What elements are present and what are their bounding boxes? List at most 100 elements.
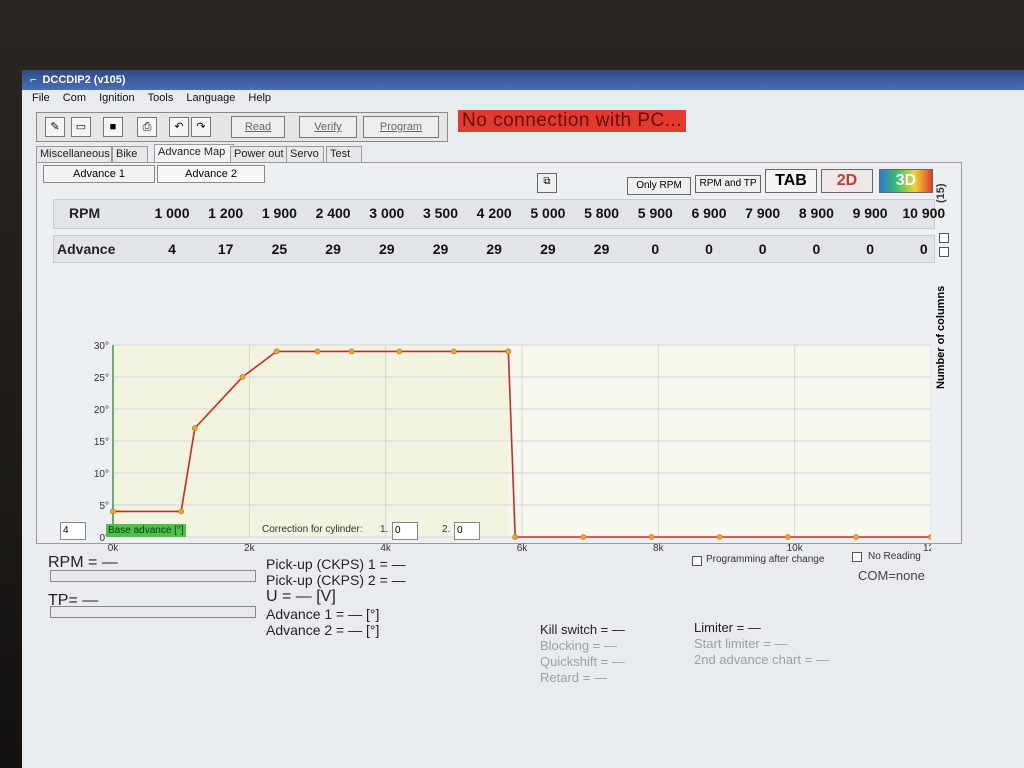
window-title: DCCDIP2 (v105) xyxy=(42,74,126,86)
correction-label: Correction for cylinder: xyxy=(262,524,363,535)
limiter-readout: Limiter = — xyxy=(694,620,761,635)
column-spinner-down[interactable] xyxy=(939,247,949,257)
programming-after-change-label: Programming after change xyxy=(706,554,825,565)
tab-test[interactable]: Test xyxy=(326,146,362,162)
advance-cell[interactable]: 17 xyxy=(199,241,253,257)
data-point xyxy=(178,508,185,515)
open-folder-icon[interactable]: ▭ xyxy=(71,117,91,137)
data-point xyxy=(928,534,931,540)
data-point xyxy=(110,508,116,515)
data-point xyxy=(648,534,655,540)
save-icon[interactable]: ■ xyxy=(103,117,123,137)
advance-cell[interactable]: 25 xyxy=(252,241,306,257)
y-tick-label: 20° xyxy=(94,405,109,416)
column-spinner-up[interactable] xyxy=(939,233,949,243)
advance-cell[interactable]: 29 xyxy=(467,241,521,257)
verify-button[interactable]: Verify xyxy=(299,116,357,138)
menu-file[interactable]: File xyxy=(32,92,50,104)
advance-cell[interactable]: 0 xyxy=(736,241,790,257)
no-reading-checkbox[interactable] xyxy=(852,552,862,562)
rpm-cell[interactable]: 3 000 xyxy=(360,205,414,221)
x-tick-label: 4k xyxy=(380,543,392,554)
advance-cell[interactable]: 29 xyxy=(306,241,360,257)
base-advance-label: Base advance [°] xyxy=(106,524,186,537)
advance-row-label: Advance xyxy=(57,241,116,257)
programming-after-change-checkbox[interactable] xyxy=(692,556,702,566)
menu-com[interactable]: Com xyxy=(63,92,86,104)
x-tick-label: 8k xyxy=(653,543,665,554)
data-point xyxy=(314,348,321,355)
x-tick-label: 2k xyxy=(244,543,256,554)
advance-cell[interactable]: 29 xyxy=(414,241,468,257)
data-point xyxy=(239,374,246,380)
subtab-advance-1[interactable]: Advance 1 xyxy=(43,165,155,183)
kill-switch-readout: Kill switch = — xyxy=(540,622,625,637)
advance-cell[interactable]: 0 xyxy=(843,241,897,257)
rpm-row-label: RPM xyxy=(69,205,101,221)
advance-cell[interactable]: 4 xyxy=(145,241,199,257)
pickup-1-readout: Pick-up (CKPS) 1 = — xyxy=(266,556,406,572)
cylinder-2-spinner[interactable]: 0 xyxy=(454,522,480,540)
rpm-cell[interactable]: 5 000 xyxy=(521,205,575,221)
advance-chart[interactable]: 0k2k4k6k8k10k12k0°5°10°15°20°25°30° xyxy=(91,341,931,571)
copy-icon[interactable]: ⧉ xyxy=(537,173,557,193)
rpm-cell[interactable]: 5 800 xyxy=(575,205,629,221)
rpm-and-tp-button[interactable]: RPM and TP xyxy=(695,175,761,193)
tab-view-button[interactable]: TAB xyxy=(765,169,817,193)
subtab-advance-2[interactable]: Advance 2 xyxy=(157,165,265,183)
cylinder-1-label: 1. xyxy=(380,524,389,535)
data-point xyxy=(396,348,403,355)
start-limiter-readout: Start limiter = — xyxy=(694,636,788,651)
rpm-cell[interactable]: 5 900 xyxy=(628,205,682,221)
rpm-cell[interactable]: 10 900 xyxy=(897,205,951,221)
tab-miscellaneous[interactable]: Miscellaneous xyxy=(36,146,112,162)
tab-servo[interactable]: Servo xyxy=(286,146,324,162)
rpm-cell[interactable]: 1 000 xyxy=(145,205,199,221)
rpm-cell[interactable]: 1 900 xyxy=(252,205,306,221)
app-window: ⌐ DCCDIP2 (v105) File Com Ignition Tools … xyxy=(22,70,1024,768)
new-file-icon[interactable]: ✎ xyxy=(45,117,65,137)
menu-tools[interactable]: Tools xyxy=(148,92,174,104)
undo-icon[interactable]: ↶ xyxy=(169,117,189,137)
advance-cell[interactable]: 29 xyxy=(360,241,414,257)
y-tick-label: 10° xyxy=(94,469,109,480)
rpm-cell[interactable]: 4 200 xyxy=(467,205,521,221)
only-rpm-button[interactable]: Only RPM xyxy=(627,177,691,195)
tab-bike[interactable]: Bike xyxy=(112,146,148,162)
rpm-cell[interactable]: 6 900 xyxy=(682,205,736,221)
base-advance-spinner[interactable]: 4 xyxy=(60,522,86,540)
rpm-cell[interactable]: 9 900 xyxy=(843,205,897,221)
tab-advance-map[interactable]: Advance Map xyxy=(154,144,234,162)
read-button[interactable]: Read xyxy=(231,116,285,138)
rpm-cell[interactable]: 1 200 xyxy=(199,205,253,221)
advance-cell[interactable]: 0 xyxy=(789,241,843,257)
rpm-cell[interactable]: 3 500 xyxy=(414,205,468,221)
tab-power-out[interactable]: Power out xyxy=(230,146,288,162)
rpm-cell[interactable]: 2 400 xyxy=(306,205,360,221)
rpm-cell[interactable]: 8 900 xyxy=(789,205,843,221)
y-tick-label: 15° xyxy=(94,437,109,448)
3d-view-button[interactable]: 3D xyxy=(879,169,933,193)
rpm-cell[interactable]: 7 900 xyxy=(736,205,790,221)
advance-cell[interactable]: 29 xyxy=(521,241,575,257)
pickup-2-readout: Pick-up (CKPS) 2 = — xyxy=(266,572,406,588)
advance-map-panel: Advance 1 Advance 2 ⧉ Only RPM RPM and T… xyxy=(36,162,962,554)
cylinder-2-label: 2. xyxy=(442,524,451,535)
no-reading-label: No Reading xyxy=(868,551,921,562)
print-icon[interactable]: ⎙ xyxy=(137,117,157,137)
advance-cell[interactable]: 0 xyxy=(682,241,736,257)
data-point xyxy=(505,348,512,355)
menu-ignition[interactable]: Ignition xyxy=(99,92,134,104)
advance-cell[interactable]: 0 xyxy=(628,241,682,257)
redo-icon[interactable]: ↷ xyxy=(191,117,211,137)
program-button[interactable]: Program xyxy=(363,116,439,138)
2d-view-button[interactable]: 2D xyxy=(821,169,873,193)
com-status: COM=none xyxy=(858,568,925,583)
y-tick-label: 25° xyxy=(94,373,109,384)
cylinder-1-spinner[interactable]: 0 xyxy=(392,522,418,540)
advance-cell[interactable]: 29 xyxy=(575,241,629,257)
menu-language[interactable]: Language xyxy=(186,92,235,104)
menu-help[interactable]: Help xyxy=(248,92,271,104)
toolbar: ✎ ▭ ■ ⎙ ↶ ↷ Read Verify Program xyxy=(36,112,448,142)
retard-readout: Retard = — xyxy=(540,670,607,685)
